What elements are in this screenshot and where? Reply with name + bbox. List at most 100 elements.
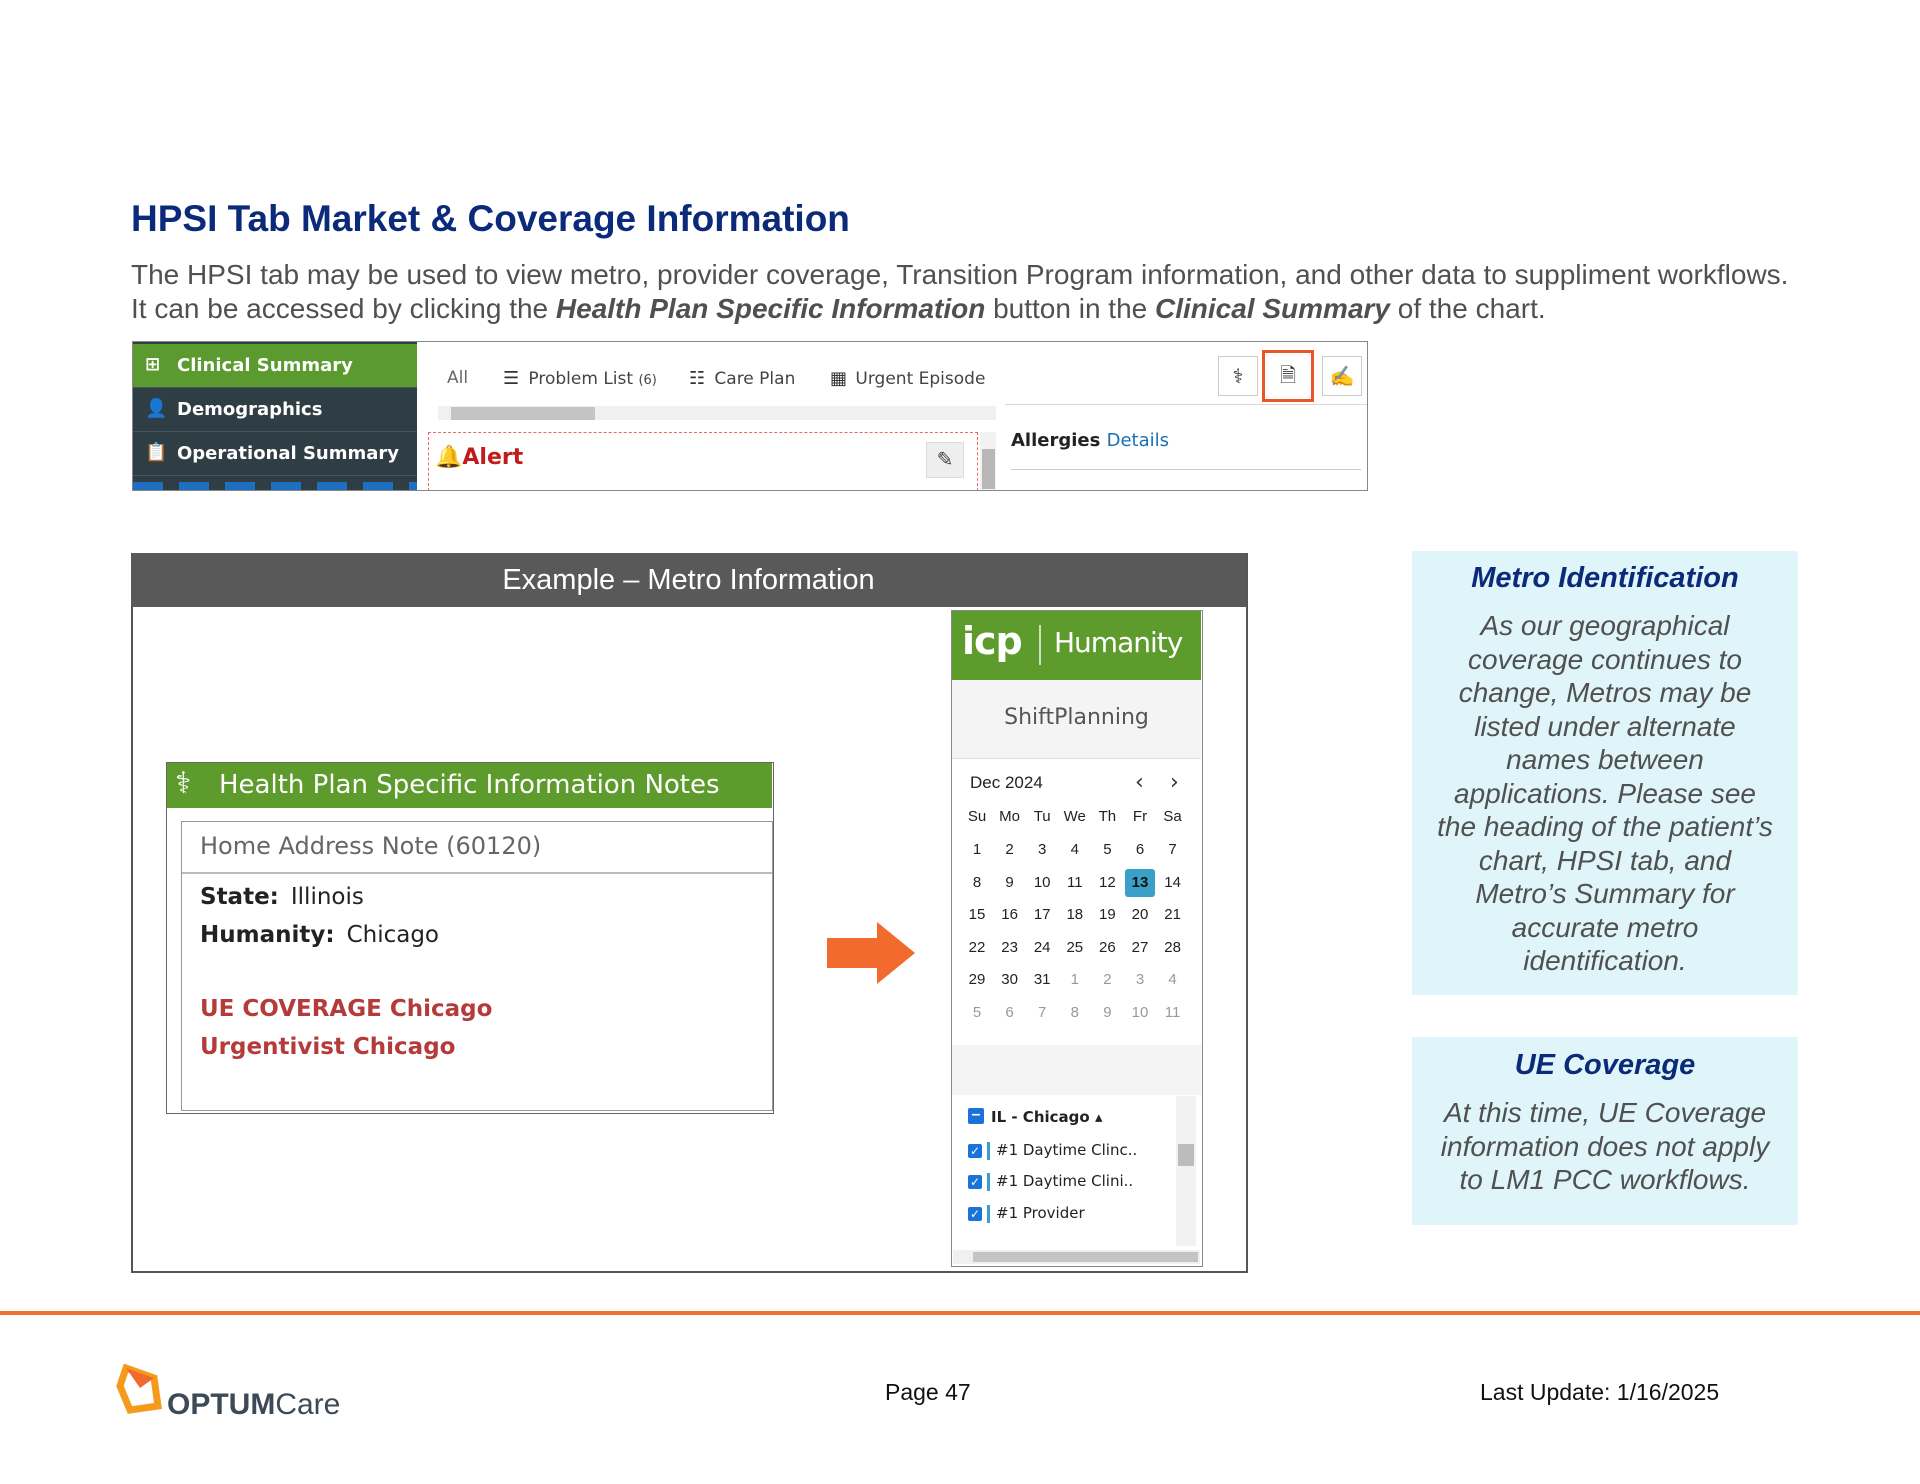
sidebar-item-demographics[interactable]: 👤 Demographics	[133, 388, 417, 432]
schedule-label: #1 Provider	[996, 1204, 1085, 1222]
allergies-details-link[interactable]: Details	[1107, 430, 1169, 451]
side-body: At this time, UE Coverage information do…	[1440, 1097, 1770, 1195]
calendar-day[interactable]: 24	[1027, 934, 1057, 962]
calendar-day[interactable]: 1	[962, 836, 992, 864]
calendar-day[interactable]: 5	[1092, 836, 1122, 864]
calendar-day[interactable]: 11	[1158, 999, 1188, 1027]
checkbox-checked-icon[interactable]: ✓	[968, 1174, 982, 1189]
optum-logo-icon	[116, 1364, 162, 1414]
calendar-day[interactable]: 31	[1027, 966, 1057, 994]
calendar-day[interactable]: 18	[1060, 901, 1090, 929]
hpsi-notes-header: ⚕ Health Plan Specific Information Notes	[167, 763, 772, 808]
note-panel	[181, 821, 773, 1111]
calendar-day[interactable]: 7	[1027, 999, 1057, 1027]
schedule-item[interactable]: ✓ #1 Provider	[968, 1204, 1085, 1223]
weekday-label: We	[1063, 808, 1086, 825]
calendar-day[interactable]: 2	[1092, 966, 1122, 994]
tab-urgent-episode-label: Urgent Episode	[855, 369, 986, 389]
calendar-day[interactable]: 7	[1158, 836, 1188, 864]
calendar-day[interactable]: 26	[1092, 934, 1122, 962]
tab-problem-list[interactable]: ☰ Problem List (6)	[503, 368, 657, 389]
allergies-row: Allergies Details	[1011, 430, 1169, 451]
calendar-day[interactable]: 2	[995, 836, 1025, 864]
calendar-day[interactable]: 4	[1158, 966, 1188, 994]
checkbox-checked-icon[interactable]: ✓	[968, 1206, 982, 1221]
alert-scrollbar-thumb[interactable]	[982, 449, 995, 489]
tab-care-plan[interactable]: ☷ Care Plan	[689, 368, 795, 389]
intro-bold-hpsi: Health Plan Specific Information	[555, 293, 986, 324]
divider	[1005, 404, 1367, 405]
list-scrollbar-thumb[interactable]	[1178, 1144, 1194, 1166]
calendar-day[interactable]: 27	[1125, 934, 1155, 962]
calendar-day[interactable]: 4	[1060, 836, 1090, 864]
list-scrollbar[interactable]	[1176, 1096, 1196, 1246]
tab-all[interactable]: All	[447, 368, 468, 388]
calendar-day[interactable]: 11	[1060, 869, 1090, 897]
stethoscope-button[interactable]: ⚕	[1218, 356, 1258, 396]
calendar-day[interactable]: 19	[1092, 901, 1122, 929]
edit-alert-button[interactable]: ✎	[926, 442, 964, 478]
chevron-left-icon[interactable]: ‹	[1135, 770, 1144, 795]
color-bar	[987, 1172, 990, 1191]
calendar-day[interactable]: 29	[962, 966, 992, 994]
calendar-day[interactable]: 6	[995, 999, 1025, 1027]
panel-hscrollbar-thumb[interactable]	[973, 1252, 1198, 1262]
weekday-label: Su	[967, 808, 987, 825]
calendar-day[interactable]: 5	[962, 999, 992, 1027]
calendar-day[interactable]: 23	[995, 934, 1025, 962]
calendar-day[interactable]: 9	[995, 869, 1025, 897]
schedule-item[interactable]: ✓ #1 Daytime Clinc..	[968, 1141, 1137, 1160]
tab-care-plan-label: Care Plan	[714, 369, 796, 389]
weekday-label: Sa	[1163, 808, 1182, 825]
calendar-day[interactable]: 21	[1158, 901, 1188, 929]
calendar-day[interactable]: 28	[1158, 934, 1188, 962]
logo-separator	[1039, 625, 1041, 665]
calendar-day[interactable]: 16	[995, 901, 1025, 929]
calendar-day[interactable]: 22	[962, 934, 992, 962]
chart-sidebar: ⊞ Clinical Summary 👤 Demographics 📋 Operati…	[133, 342, 417, 490]
footer-divider	[0, 1311, 1920, 1315]
calendar-day[interactable]: 8	[962, 869, 992, 897]
stethoscope-icon: ⚕	[175, 766, 192, 801]
example-header: Example – Metro Information	[131, 553, 1246, 607]
calendar-day[interactable]: 30	[995, 966, 1025, 994]
checkbox-checked-icon[interactable]: ✓	[968, 1143, 982, 1158]
tab-urgent-episode[interactable]: ▦ Urgent Episode	[830, 368, 985, 389]
hospital-icon: ▦	[830, 368, 848, 389]
calendar-day[interactable]: 8	[1060, 999, 1090, 1027]
side-body: As our geographical coverage continues t…	[1437, 610, 1773, 976]
ue-coverage-box: UE Coverage At this time, UE Coverage in…	[1412, 1037, 1798, 1225]
schedule-item[interactable]: ✓ #1 Daytime Clini..	[968, 1172, 1133, 1191]
calendar-day[interactable]: 12	[1092, 869, 1122, 897]
panel-gap	[952, 1045, 1201, 1095]
sidebar-strip	[133, 482, 417, 490]
calendar-day[interactable]: 25	[1060, 934, 1090, 962]
sidebar-item-clinical-summary[interactable]: ⊞ Clinical Summary	[133, 344, 417, 388]
clipboard-icon: 📋	[145, 442, 168, 463]
calendar-day[interactable]: 6	[1125, 836, 1155, 864]
calendar-day[interactable]: 10	[1125, 999, 1155, 1027]
location-label[interactable]: IL - Chicago ▴	[991, 1108, 1102, 1126]
health-plan-specific-information-button[interactable]: 🗎	[1262, 350, 1314, 402]
calendar-day[interactable]: 10	[1027, 869, 1057, 897]
calendar-day[interactable]: 13	[1125, 868, 1155, 897]
problem-list-icon: ☰	[503, 368, 520, 389]
chevron-right-icon[interactable]: ›	[1170, 770, 1179, 795]
calendar-day[interactable]: 17	[1027, 901, 1057, 929]
note-title: Home Address Note (60120)	[200, 832, 542, 860]
tab-scrollbar-thumb[interactable]	[451, 407, 595, 420]
calendar-day[interactable]: 20	[1125, 901, 1155, 929]
calendar-month: Dec 2024	[970, 773, 1043, 792]
calendar-day[interactable]: 1	[1060, 966, 1090, 994]
calendar-day[interactable]: 15	[962, 901, 992, 929]
calendar-day[interactable]: 14	[1158, 869, 1188, 897]
notes-edit-button[interactable]: ✍	[1322, 356, 1362, 396]
location-name: IL - Chicago	[991, 1108, 1090, 1126]
calendar-day[interactable]: 3	[1125, 966, 1155, 994]
humanity-value: Chicago	[346, 922, 440, 948]
hpsi-notes-title: Health Plan Specific Information Notes	[219, 770, 720, 800]
sidebar-item-operational-summary[interactable]: 📋 Operational Summary	[133, 432, 417, 476]
calendar-day[interactable]: 9	[1092, 999, 1122, 1027]
location-toggle-checkbox[interactable]: –	[968, 1107, 984, 1124]
calendar-day[interactable]: 3	[1027, 836, 1057, 864]
